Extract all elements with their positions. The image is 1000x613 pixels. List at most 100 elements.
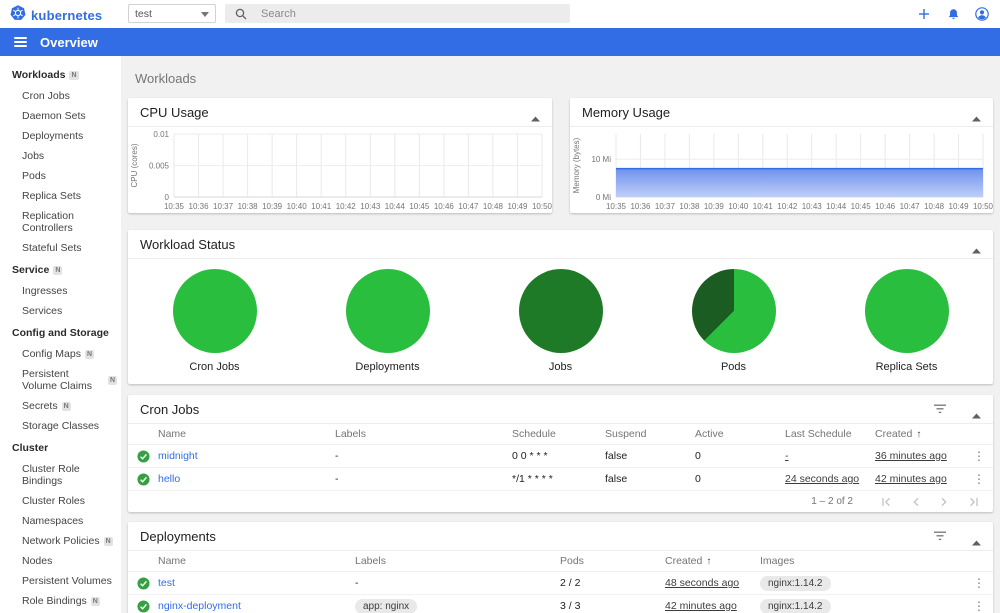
resource-name-link[interactable]: nginx-deployment xyxy=(158,600,355,612)
cell-created[interactable]: 42 minutes ago xyxy=(665,600,760,612)
workload-pie-pods: Pods xyxy=(647,269,820,373)
sidebar-item-namespaces[interactable]: Namespaces xyxy=(0,511,121,531)
column-header-pods[interactable]: Pods xyxy=(560,555,665,567)
svg-text:10:44: 10:44 xyxy=(826,202,847,211)
resource-name-link[interactable]: hello xyxy=(158,473,335,485)
table-row[interactable]: test - 2 / 2 48 seconds ago nginx:1.14.2 ⋮ xyxy=(128,572,993,595)
svg-text:10:49: 10:49 xyxy=(949,202,970,211)
cell-last-schedule[interactable]: - xyxy=(785,450,875,462)
sidebar-section-service[interactable]: Service N xyxy=(0,258,121,281)
sidebar-item-jobs[interactable]: Jobs xyxy=(0,146,121,166)
svg-text:10:38: 10:38 xyxy=(238,202,259,211)
pie-chart xyxy=(172,269,257,353)
column-header-labels[interactable]: Labels xyxy=(355,555,560,567)
app-bar: kubernetes test xyxy=(0,0,1000,28)
label-chip: app: nginx xyxy=(355,598,418,613)
memory-usage-chart: 10 Mi 0 Mi 10:35 10:36 10:37 10:38 10:39 10:40 1… xyxy=(570,127,994,212)
svg-text:10:49: 10:49 xyxy=(507,202,528,211)
kubernetes-logo[interactable]: kubernetes xyxy=(10,5,102,26)
sidebar-item-secrets[interactable]: Secrets N xyxy=(0,396,121,416)
page-title: Workloads xyxy=(135,71,197,86)
cell-created[interactable]: 36 minutes ago xyxy=(875,450,965,462)
table-row[interactable]: hello - */1 * * * * false 0 24 seconds ago 42 … xyxy=(128,468,993,491)
first-page-icon[interactable] xyxy=(881,497,892,507)
column-header-images[interactable]: Images xyxy=(760,555,965,567)
create-plus-icon[interactable] xyxy=(916,6,932,22)
column-header-created[interactable]: Created ↑ xyxy=(665,555,760,567)
sidebar-item-daemon-sets[interactable]: Daemon Sets xyxy=(0,106,121,126)
sidebar-section-workloads[interactable]: Workloads N xyxy=(0,63,121,86)
sidebar-item-stateful-sets[interactable]: Stateful Sets xyxy=(0,238,121,258)
collapse-caret-icon[interactable] xyxy=(972,406,981,419)
sidebar-item-label: Storage Classes xyxy=(22,420,100,432)
cell-last-schedule[interactable]: 24 seconds ago xyxy=(785,473,875,485)
cell-created[interactable]: 42 minutes ago xyxy=(875,473,965,485)
pie-chart xyxy=(518,269,603,353)
svg-text:10:42: 10:42 xyxy=(336,202,357,211)
sidebar-item-network-policies[interactable]: Network Policies N xyxy=(0,531,121,551)
previous-page-icon[interactable] xyxy=(912,497,920,507)
sidebar-item-services[interactable]: Services xyxy=(0,301,121,321)
svg-text:10:44: 10:44 xyxy=(385,202,406,211)
sidebar-section-cluster[interactable]: Cluster xyxy=(0,436,121,459)
sidebar-item-replication-controllers[interactable]: Replication Controllers xyxy=(0,206,121,238)
account-icon[interactable] xyxy=(974,6,990,22)
sidebar-item-replica-sets[interactable]: Replica Sets xyxy=(0,186,121,206)
table-row[interactable]: midnight -0 0 * * * false 0-36 minutes ago ⋮ xyxy=(128,445,993,468)
sidebar-item-cluster-role-bindings[interactable]: Cluster Role Bindings xyxy=(0,459,121,491)
sidebar-section-label: Workloads xyxy=(12,69,66,81)
sidebar-item-role-bindings[interactable]: Role Bindings N xyxy=(0,591,121,611)
sidebar-section-label: Cluster xyxy=(12,442,49,454)
cell-schedule: 0 0 * * * xyxy=(512,450,548,462)
sidebar-item-deployments[interactable]: Deployments xyxy=(0,126,121,146)
column-header-name[interactable]: Name xyxy=(158,555,355,567)
column-header-name[interactable]: Name xyxy=(158,428,335,440)
sidebar-item-cron-jobs[interactable]: Cron Jobs xyxy=(0,86,121,106)
sidebar-item-persistent-volume-claims[interactable]: Persistent Volume Claims N xyxy=(0,364,121,396)
column-header-labels[interactable]: Labels xyxy=(335,428,512,440)
filter-icon[interactable] xyxy=(934,531,946,541)
sidebar-item-ingresses[interactable]: Ingresses xyxy=(0,281,121,301)
row-menu-kebab-icon[interactable]: ⋮ xyxy=(965,472,993,486)
sidebar-section-config-and-storage[interactable]: Config and Storage xyxy=(0,321,121,344)
resource-name-link[interactable]: test xyxy=(158,577,355,589)
cell-active: 0 xyxy=(695,450,701,462)
row-menu-kebab-icon[interactable]: ⋮ xyxy=(965,576,993,590)
row-menu-kebab-icon[interactable]: ⋮ xyxy=(965,599,993,613)
cell-created[interactable]: 48 seconds ago xyxy=(665,577,760,589)
collapse-caret-icon[interactable] xyxy=(531,109,540,122)
collapse-caret-icon[interactable] xyxy=(972,109,981,122)
table-row[interactable]: nginx-deployment app: nginx 3 / 3 42 minute… xyxy=(128,595,993,613)
menu-hamburger-icon[interactable] xyxy=(14,37,27,47)
notifications-bell-icon[interactable] xyxy=(945,6,961,22)
sidebar-item-persistent-volumes[interactable]: Persistent Volumes xyxy=(0,571,121,591)
memory-usage-title: Memory Usage xyxy=(582,104,671,120)
next-page-icon[interactable] xyxy=(940,497,948,507)
pie-label: Replica Sets xyxy=(875,361,938,373)
collapse-caret-icon[interactable] xyxy=(972,241,981,254)
column-header-active[interactable]: Active xyxy=(695,428,785,440)
search-bar[interactable] xyxy=(225,4,570,23)
sidebar-item-label: Cluster Roles xyxy=(22,495,86,507)
filter-icon[interactable] xyxy=(934,404,946,414)
collapse-caret-icon[interactable] xyxy=(972,533,981,546)
sidebar-item-cluster-roles[interactable]: Cluster Roles xyxy=(0,491,121,511)
namespace-selector[interactable]: test xyxy=(128,4,216,23)
search-input[interactable] xyxy=(259,6,570,21)
resource-name-link[interactable]: midnight xyxy=(158,450,335,462)
column-header-schedule[interactable]: Schedule xyxy=(512,428,605,440)
column-header-created[interactable]: Created ↑ xyxy=(875,428,965,440)
sidebar-item-storage-classes[interactable]: Storage Classes xyxy=(0,416,121,436)
sidebar-item-config-maps[interactable]: Config Maps N xyxy=(0,344,121,364)
sidebar-item-nodes[interactable]: Nodes xyxy=(0,551,121,571)
column-header-last-schedule[interactable]: Last Schedule xyxy=(785,428,875,440)
sidebar-item-pods[interactable]: Pods xyxy=(0,166,121,186)
svg-text:0.005: 0.005 xyxy=(149,162,170,171)
svg-text:0 Mi: 0 Mi xyxy=(596,193,611,202)
pie-label: Cron Jobs xyxy=(189,361,240,373)
column-header-suspend[interactable]: Suspend xyxy=(605,428,695,440)
last-page-icon[interactable] xyxy=(968,497,979,507)
namespace-value: test xyxy=(135,7,152,20)
page-toolbar: Overview xyxy=(0,28,1000,56)
row-menu-kebab-icon[interactable]: ⋮ xyxy=(965,449,993,463)
